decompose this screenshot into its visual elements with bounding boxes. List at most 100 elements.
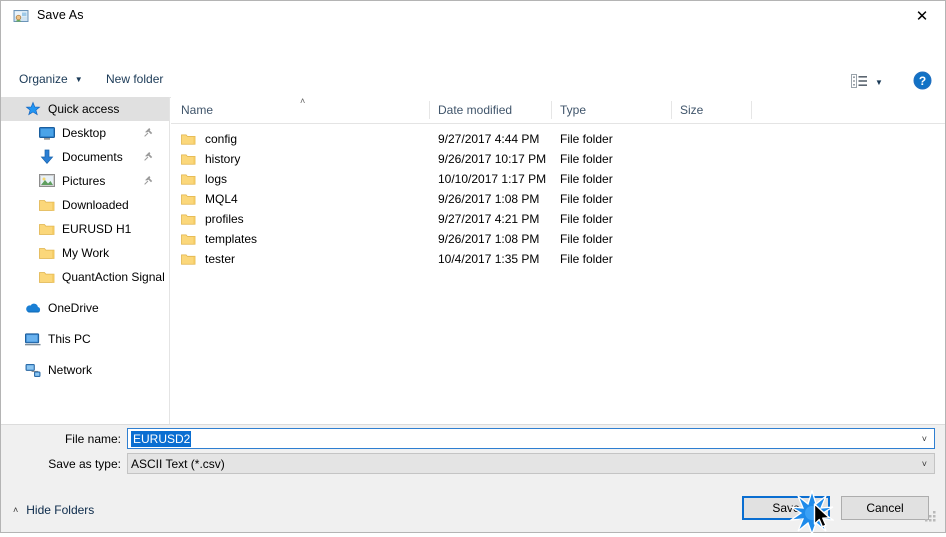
pin-icon[interactable]	[143, 151, 154, 165]
date-modified-cell: 10/10/2017 1:17 PM	[438, 172, 547, 186]
desktop-icon	[39, 125, 55, 141]
file-name-label: File name:	[64, 432, 121, 446]
file-name-text: templates	[205, 232, 258, 246]
folder-icon	[181, 153, 196, 166]
sidebar-item-pictures[interactable]: Pictures	[1, 169, 169, 193]
date-modified-cell: 10/4/2017 1:35 PM	[438, 252, 540, 266]
file-name-input[interactable]: EURUSD2 ˅	[127, 428, 935, 449]
folder-icon	[39, 269, 55, 285]
sidebar-item-label: Documents	[62, 150, 123, 164]
file-name-text: profiles	[205, 212, 244, 226]
pin-icon[interactable]	[143, 175, 154, 189]
command-toolbar: Organize ▼ New folder ▼ ?	[1, 65, 945, 98]
view-layout-icon[interactable]	[851, 74, 868, 92]
organize-button[interactable]: Organize ▼	[19, 72, 83, 86]
cancel-button[interactable]: Cancel	[841, 496, 929, 520]
type-cell: File folder	[560, 172, 613, 186]
table-row[interactable]: profiles 9/27/2017 4:21 PM File folder	[171, 209, 945, 229]
chevron-down-icon[interactable]: ˅	[922, 434, 927, 444]
documents-arrow-icon	[39, 149, 55, 165]
sidebar-item-this-pc[interactable]: This PC	[1, 327, 169, 351]
sidebar-item-label: This PC	[48, 332, 91, 346]
file-name-cell: history	[181, 152, 240, 166]
column-divider[interactable]	[429, 101, 430, 119]
folder-icon	[181, 233, 196, 246]
date-modified-cell: 9/26/2017 1:08 PM	[438, 192, 540, 206]
file-list-view[interactable]: ˄ Name Date modified Type Size config 9/2…	[171, 97, 945, 424]
save-as-type-value: ASCII Text (*.csv)	[131, 456, 225, 471]
sidebar-item-documents[interactable]: Documents	[1, 145, 169, 169]
column-header-name[interactable]: Name	[181, 103, 213, 117]
folder-icon	[181, 193, 196, 206]
column-divider[interactable]	[751, 101, 752, 119]
sidebar-item-label: Network	[48, 363, 93, 377]
chevron-down-icon[interactable]: ▼	[875, 78, 883, 87]
sidebar-item-label: Downloaded	[62, 198, 129, 212]
file-name-cell: profiles	[181, 212, 244, 226]
folder-icon	[181, 213, 196, 226]
table-row[interactable]: templates 9/26/2017 1:08 PM File folder	[171, 229, 945, 249]
file-name-text: history	[205, 152, 241, 166]
type-cell: File folder	[560, 212, 613, 226]
sidebar-item-desktop[interactable]: Desktop	[1, 121, 169, 145]
save-as-dialog: Save As ✕ ← → ˅ ↑ « Roaming › MetaQuotes…	[0, 0, 946, 536]
pin-icon[interactable]	[143, 127, 154, 141]
file-name-text: config	[205, 132, 238, 146]
close-icon[interactable]: ✕	[899, 1, 945, 31]
column-header-date-modified[interactable]: Date modified	[438, 103, 512, 117]
title-bar: Save As ✕	[1, 1, 945, 32]
network-icon	[25, 362, 41, 378]
sidebar-item-my-work[interactable]: My Work	[1, 241, 169, 265]
sidebar-item-network[interactable]: Network	[1, 358, 169, 382]
chevron-down-icon[interactable]: ˅	[922, 459, 927, 469]
hide-folders-button[interactable]: ˄ Hide Folders	[13, 503, 94, 517]
navigation-pane[interactable]: Quick access Desktop Documents Pictures Down…	[1, 97, 170, 424]
sidebar-item-quick-access[interactable]: Quick access	[1, 97, 169, 121]
sidebar-item-label: EURUSD H1	[62, 222, 132, 236]
table-row[interactable]: history 9/26/2017 10:17 PM File folder	[171, 149, 945, 169]
svg-text:?: ?	[919, 74, 926, 88]
table-row[interactable]: logs 10/10/2017 1:17 PM File folder	[171, 169, 945, 189]
column-divider[interactable]	[551, 101, 552, 119]
pictures-icon	[39, 173, 55, 189]
type-cell: File folder	[560, 252, 613, 266]
resize-grip-icon[interactable]	[925, 511, 939, 528]
sidebar-item-label: Pictures	[62, 174, 106, 188]
file-name-value[interactable]: EURUSD2	[131, 430, 192, 447]
column-header-size[interactable]: Size	[680, 103, 703, 117]
type-cell: File folder	[560, 232, 613, 246]
sidebar-item-eurusd-h1[interactable]: EURUSD H1	[1, 217, 169, 241]
date-modified-cell: 9/27/2017 4:44 PM	[438, 132, 540, 146]
column-header-type[interactable]: Type	[560, 103, 586, 117]
folder-icon	[181, 173, 196, 186]
folder-icon	[39, 197, 55, 213]
file-name-cell: logs	[181, 172, 227, 186]
mouse-cursor	[813, 503, 832, 533]
sidebar-item-downloaded[interactable]: Downloaded	[1, 193, 169, 217]
column-headers: ˄ Name Date modified Type Size	[171, 97, 945, 124]
new-folder-button[interactable]: New folder	[106, 72, 163, 86]
navigation-bar: ← → ˅ ↑ « Roaming › MetaQuotes › Termina…	[1, 32, 945, 91]
chevron-down-icon: ▼	[74, 74, 83, 84]
table-row[interactable]: MQL4 9/26/2017 1:08 PM File folder	[171, 189, 945, 209]
new-folder-label: New folder	[106, 72, 164, 86]
save-as-type-label: Save as type:	[48, 457, 121, 471]
table-row[interactable]: tester 10/4/2017 1:35 PM File folder	[171, 249, 945, 269]
onedrive-cloud-icon	[25, 300, 41, 316]
column-divider[interactable]	[671, 101, 672, 119]
help-icon[interactable]: ?	[913, 71, 932, 93]
sort-ascending-icon: ˄	[300, 97, 306, 106]
chevron-up-icon: ˄	[13, 505, 19, 515]
file-name-text: tester	[205, 252, 236, 266]
sidebar-item-quantaction-signal[interactable]: QuantAction Signal	[1, 265, 169, 289]
table-row[interactable]: config 9/27/2017 4:44 PM File folder	[171, 129, 945, 149]
type-cell: File folder	[560, 152, 613, 166]
sidebar-item-label: Desktop	[62, 126, 107, 140]
sidebar-item-onedrive[interactable]: OneDrive	[1, 296, 169, 320]
this-pc-icon	[25, 331, 41, 347]
date-modified-cell: 9/27/2017 4:21 PM	[438, 212, 540, 226]
save-as-type-select[interactable]: ASCII Text (*.csv) ˅	[127, 453, 935, 474]
folder-icon	[181, 253, 196, 266]
